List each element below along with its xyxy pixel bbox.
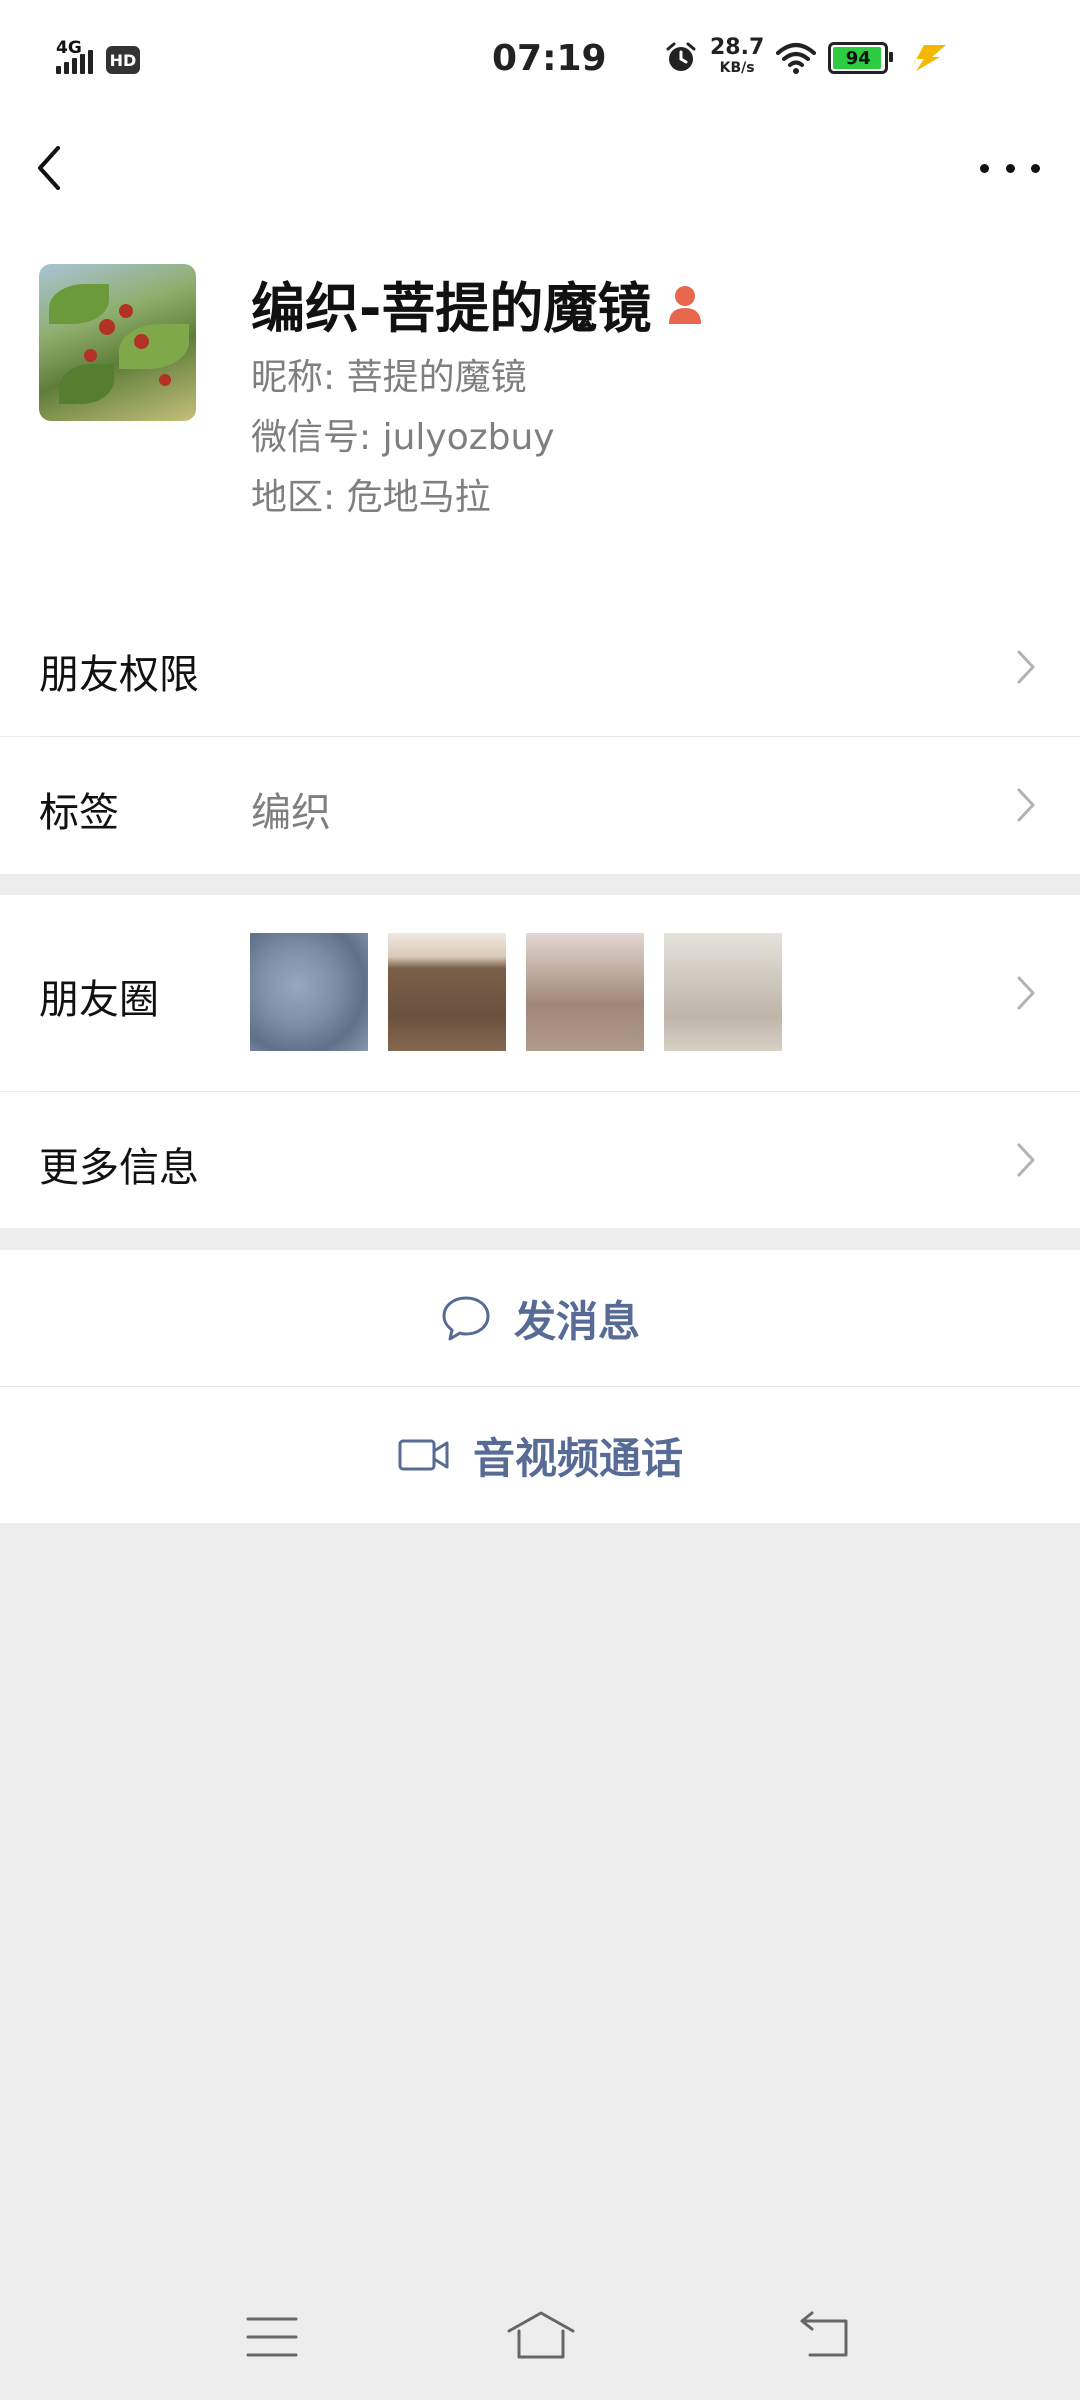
- wechat-id: 微信号: julyozbuy: [251, 417, 555, 458]
- video-call-button[interactable]: 音视频通话: [0, 1387, 1080, 1523]
- home-icon[interactable]: [505, 2309, 577, 2361]
- name-row: 编织-菩提的魔镜: [251, 264, 703, 343]
- more-info-label: 更多信息: [39, 1145, 199, 1191]
- chat-bubble-icon: [442, 1296, 490, 1341]
- back-nav-icon[interactable]: [796, 2311, 852, 2359]
- system-nav-bar: [0, 2275, 1080, 2400]
- nickname: 昵称: 菩提的魔镜: [251, 357, 527, 398]
- alarm-icon: [666, 42, 696, 71]
- tags-label: 标签: [39, 790, 119, 836]
- net-speed: 28.7 KB/s: [710, 35, 765, 78]
- chevron-right-icon: [1014, 1140, 1038, 1180]
- video-call-label: 音视频通话: [472, 1433, 683, 1483]
- region: 地区: 危地马拉: [251, 477, 491, 518]
- send-message-label: 发消息: [513, 1296, 640, 1346]
- net-speed-value: 28.7: [710, 35, 765, 60]
- charging-icon: [910, 45, 947, 71]
- nav-bar: [0, 118, 1080, 218]
- battery-level: 94: [845, 47, 871, 69]
- tags-value: 编织: [251, 790, 331, 836]
- status-right: 28.7 KB/s 94: [664, 35, 950, 78]
- chevron-right-icon: [1014, 647, 1038, 687]
- wifi-icon: [776, 43, 817, 74]
- signal-icon: 4G: [56, 38, 96, 80]
- status-bar: 4G HD 07:19 28.7 KB/s 94: [0, 0, 1080, 118]
- battery-icon: 94: [828, 42, 894, 74]
- avatar[interactable]: [39, 264, 196, 421]
- menu-icon[interactable]: [244, 2315, 300, 2359]
- female-gender-icon: [667, 284, 703, 324]
- status-time: 07:19: [492, 38, 607, 79]
- network-type: 4G: [56, 38, 82, 58]
- chevron-right-icon: [1014, 973, 1038, 1013]
- moments-label: 朋友圈: [39, 977, 159, 1023]
- status-left: 4G HD: [56, 38, 140, 80]
- video-camera-icon: [398, 1439, 449, 1471]
- moments-thumbnail: [250, 933, 368, 1051]
- net-speed-unit: KB/s: [719, 60, 755, 76]
- display-name: 编织-菩提的魔镜: [251, 277, 652, 340]
- hd-badge: HD: [106, 46, 140, 74]
- back-arrow-icon[interactable]: [30, 140, 70, 196]
- moments-thumbnails: [250, 933, 782, 1051]
- more-dots-icon[interactable]: [980, 148, 1040, 188]
- send-message-button[interactable]: 发消息: [0, 1250, 1080, 1386]
- moments-thumbnail: [388, 933, 506, 1051]
- moments-thumbnail: [664, 933, 782, 1051]
- chevron-right-icon: [1014, 785, 1038, 825]
- row-more-info[interactable]: 更多信息: [0, 1092, 1080, 1228]
- row-moments[interactable]: 朋友圈: [0, 895, 1080, 1091]
- profile-header: 编织-菩提的魔镜 昵称: 菩提的魔镜 微信号: julyozbuy 地区: 危地…: [0, 218, 1080, 599]
- friend-permissions-label: 朋友权限: [39, 652, 199, 698]
- row-tags[interactable]: 标签 编织: [0, 737, 1080, 874]
- row-friend-permissions[interactable]: 朋友权限: [0, 598, 1080, 736]
- moments-thumbnail: [526, 933, 644, 1051]
